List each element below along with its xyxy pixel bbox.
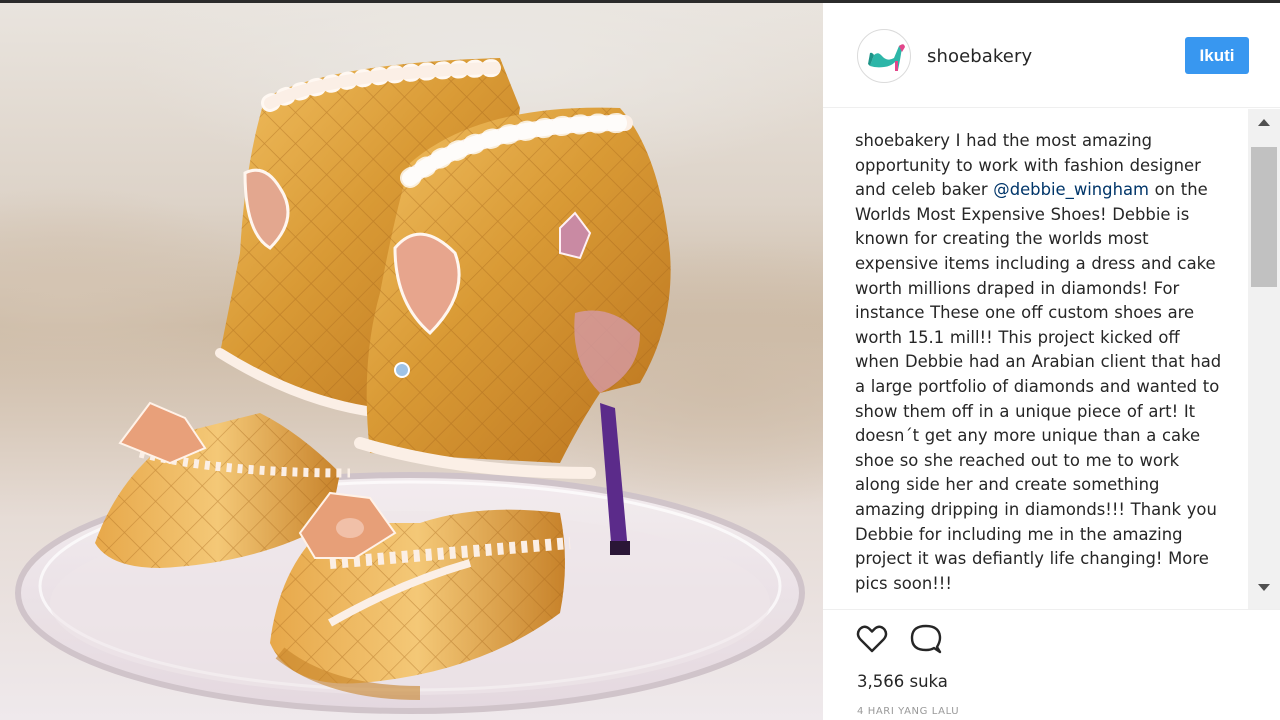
follow-button[interactable]: Ikuti xyxy=(1185,37,1249,74)
post-header: shoebakery Ikuti xyxy=(823,3,1280,108)
triangle-up-icon xyxy=(1258,119,1270,126)
post-image[interactable] xyxy=(0,3,823,720)
likes-count[interactable]: 3,566 suka xyxy=(857,672,948,691)
post-actions: 3,566 suka 4 HARI YANG LALU xyxy=(823,609,1280,720)
caption-scroll-area[interactable]: shoebakery I had the most amazing opport… xyxy=(823,109,1280,609)
high-heel-shoe-icon xyxy=(868,44,905,71)
post-sidebar: shoebakery Ikuti shoebakery I had the mo… xyxy=(823,3,1280,720)
post-timestamp[interactable]: 4 HARI YANG LALU xyxy=(857,706,959,717)
speech-bubble-icon xyxy=(910,624,942,654)
scroll-thumb[interactable] xyxy=(1251,147,1277,287)
post-username[interactable]: shoebakery xyxy=(927,46,1032,67)
scrollbar[interactable] xyxy=(1248,109,1280,609)
avatar[interactable] xyxy=(857,29,911,83)
heart-outline-icon xyxy=(856,625,888,653)
shoe-illustration xyxy=(15,58,805,714)
comment-button[interactable] xyxy=(909,622,943,656)
post-caption: shoebakery I had the most amazing opport… xyxy=(855,129,1225,596)
mention-link[interactable]: @debbie_wingham xyxy=(993,180,1149,199)
like-button[interactable] xyxy=(855,622,889,656)
scroll-down-button[interactable] xyxy=(1248,579,1280,597)
triangle-down-icon xyxy=(1258,584,1270,591)
scroll-up-button[interactable] xyxy=(1248,113,1280,131)
caption-text-part2: on the Worlds Most Expensive Shoes! Debb… xyxy=(855,180,1222,593)
caption-username[interactable]: shoebakery xyxy=(855,131,950,150)
